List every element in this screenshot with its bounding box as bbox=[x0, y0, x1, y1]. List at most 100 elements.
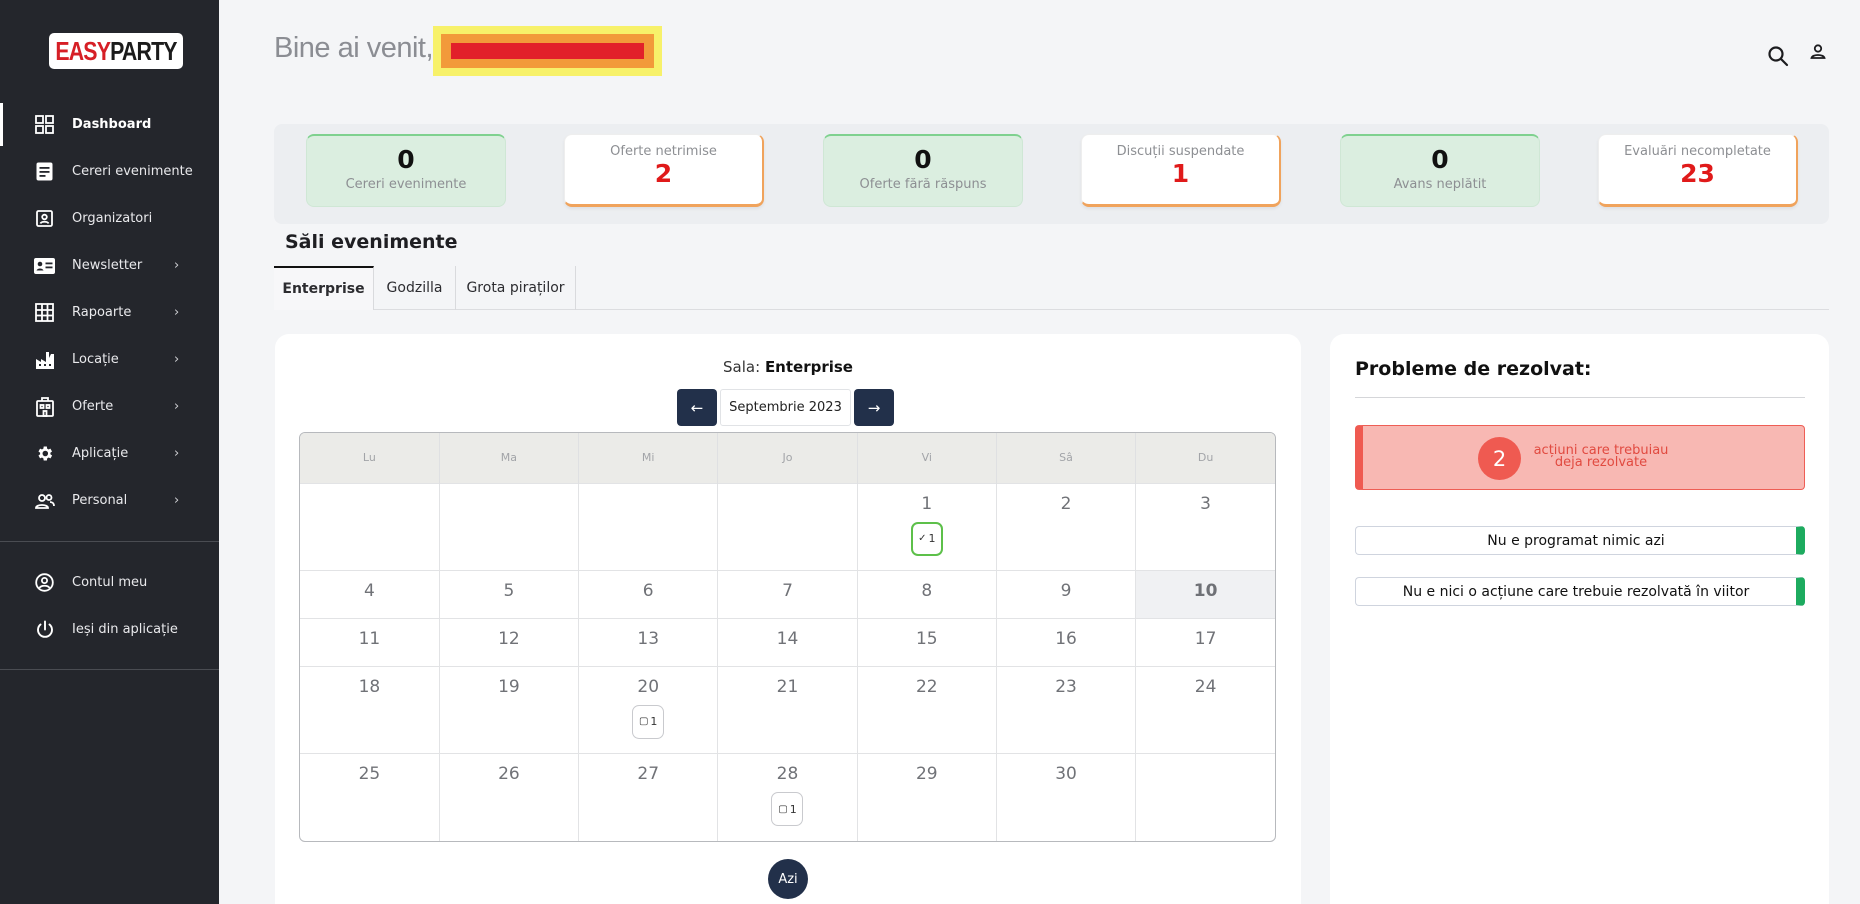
event-count-badge[interactable]: ▢ 1 bbox=[632, 704, 665, 739]
stat-label: Avans neplătit bbox=[1393, 177, 1487, 192]
calendar-day-number: 1 bbox=[921, 493, 933, 514]
calendar-day-cell[interactable]: 10 bbox=[1135, 569, 1275, 619]
sidebar-item-contul-meu[interactable]: Contul meu bbox=[0, 559, 219, 606]
weekday-label: Vi bbox=[857, 433, 997, 483]
stat-card-cereri[interactable]: 0 Cereri evenimente bbox=[306, 134, 506, 207]
sidebar-item-organizatori[interactable]: Organizatori bbox=[0, 195, 219, 242]
tab-enterprise[interactable]: Enterprise bbox=[274, 266, 374, 310]
dashboard-icon bbox=[34, 114, 55, 135]
event-count: 1 bbox=[928, 532, 936, 545]
stat-label: Cereri evenimente bbox=[345, 177, 467, 192]
calendar-day-number: 18 bbox=[358, 676, 381, 697]
square-icon: ▢ bbox=[638, 716, 649, 728]
sidebar-item-logout[interactable]: Ieși din aplicație bbox=[0, 606, 219, 653]
event-count-badge[interactable]: ✓ 1 bbox=[910, 521, 943, 556]
stat-card-avans-neplatit[interactable]: 0 Avans neplătit bbox=[1340, 134, 1540, 207]
stat-label: Discuții suspendate bbox=[1116, 144, 1245, 159]
calendar-day-cell[interactable]: 13 bbox=[578, 617, 719, 667]
sidebar: EASYPARTY Dashboard Cereri evenimente Or… bbox=[0, 0, 219, 904]
sidebar-item-oferte[interactable]: Oferte › bbox=[0, 383, 219, 430]
calendar-day-number: 16 bbox=[1055, 628, 1077, 649]
calendar-day-number: 15 bbox=[915, 628, 938, 649]
weekday-label: Jo bbox=[717, 433, 858, 483]
search-icon[interactable] bbox=[1766, 44, 1790, 68]
sidebar-item-label: Aplicație bbox=[72, 446, 129, 461]
calendar-day-cell[interactable]: 16 bbox=[996, 617, 1137, 667]
sidebar-item-dashboard[interactable]: Dashboard bbox=[0, 101, 219, 148]
chevron-right-icon: › bbox=[174, 352, 180, 367]
calendar-day-cell[interactable]: 8 bbox=[857, 569, 997, 619]
tab-grota-piratilor[interactable]: Grota piraților bbox=[456, 266, 576, 310]
calendar-day-cell[interactable]: 14 bbox=[717, 617, 858, 667]
stat-card-discutii-suspendate[interactable]: Discuții suspendate 1 bbox=[1081, 134, 1281, 207]
sidebar-item-cereri-evenimente[interactable]: Cereri evenimente bbox=[0, 148, 219, 195]
calendar-day-number: 8 bbox=[921, 580, 933, 601]
calendar-day-cell[interactable]: 19 bbox=[439, 665, 580, 754]
weekday-label: Sâ bbox=[996, 433, 1137, 483]
event-count: 1 bbox=[650, 715, 658, 729]
sidebar-item-newsletter[interactable]: Newsletter › bbox=[0, 242, 219, 289]
calendar-day-cell[interactable]: 2 bbox=[996, 482, 1137, 571]
logo-party: PARTY bbox=[110, 35, 177, 66]
next-month-button[interactable]: → bbox=[854, 389, 894, 426]
calendar-day-cell[interactable]: 30 bbox=[996, 753, 1137, 841]
calendar-day-number: 30 bbox=[1055, 764, 1077, 784]
calendar-day-cell[interactable]: 21 bbox=[717, 665, 858, 754]
stat-value: 1 bbox=[1171, 159, 1190, 188]
welcome-title: Bine ai venit, bbox=[274, 32, 434, 64]
calendar-day-cell[interactable]: 20 ▢ 1 bbox=[578, 665, 719, 754]
sidebar-item-rapoarte[interactable]: Rapoarte › bbox=[0, 289, 219, 336]
sidebar-item-label: Contul meu bbox=[72, 575, 148, 590]
calendar-day-cell[interactable]: 29 bbox=[857, 753, 997, 841]
calendar-empty-cell bbox=[300, 482, 440, 571]
calendar-day-cell[interactable]: 23 bbox=[996, 665, 1137, 754]
calendar-day-cell[interactable]: 4 bbox=[300, 569, 440, 619]
sidebar-item-locatie[interactable]: Locație › bbox=[0, 336, 219, 383]
sidebar-item-aplicatie[interactable]: Aplicație › bbox=[0, 430, 219, 477]
calendar-day-cell[interactable]: 9 bbox=[996, 569, 1137, 619]
stat-card-oferte-netrimise[interactable]: Oferte netrimise 2 bbox=[564, 134, 764, 207]
calendar-day-cell[interactable]: 7 bbox=[717, 569, 858, 619]
app-logo[interactable]: EASYPARTY bbox=[49, 33, 183, 69]
square-icon: ▢ bbox=[778, 803, 788, 815]
calendar-day-number: 26 bbox=[498, 764, 520, 784]
calendar-day-cell[interactable]: 26 bbox=[439, 753, 580, 841]
calendar-day-cell[interactable]: 3 bbox=[1135, 482, 1275, 571]
sidebar-divider bbox=[0, 541, 219, 542]
calendar-day-cell[interactable]: 5 bbox=[439, 569, 580, 619]
stats-bar: 0 Cereri evenimente Oferte netrimise 2 0… bbox=[274, 124, 1829, 224]
calendar-day-cell[interactable]: 11 bbox=[300, 617, 440, 667]
calendar-day-cell[interactable]: 12 bbox=[439, 617, 580, 667]
calendar-day-number: 28 bbox=[776, 764, 799, 784]
today-button[interactable]: Azi bbox=[768, 859, 808, 899]
tab-godzilla[interactable]: Godzilla bbox=[374, 266, 456, 310]
sidebar-item-label: Locație bbox=[72, 352, 119, 367]
calendar-day-cell[interactable]: 25 bbox=[300, 753, 440, 841]
calendar-day-cell[interactable]: 18 bbox=[300, 665, 440, 754]
building-icon bbox=[34, 396, 55, 417]
calendar-day-cell[interactable]: 1 ✓ 1 bbox=[857, 482, 997, 571]
chevron-right-icon: › bbox=[174, 493, 180, 508]
calendar-day-number: 25 bbox=[358, 764, 381, 784]
gear-icon bbox=[34, 443, 55, 464]
sidebar-divider bbox=[0, 669, 219, 670]
stat-card-evaluari-necompletate[interactable]: Evaluări necompletate 23 bbox=[1598, 134, 1798, 207]
calendar-day-cell[interactable]: 27 bbox=[578, 753, 719, 841]
calendar-day-cell[interactable]: 6 bbox=[578, 569, 719, 619]
calendar-day-number: 7 bbox=[782, 580, 793, 601]
calendar-day-cell[interactable]: 15 bbox=[857, 617, 997, 667]
calendar-day-cell[interactable]: 22 bbox=[857, 665, 997, 754]
calendar-day-number: 23 bbox=[1055, 676, 1077, 697]
sidebar-item-label: Ieși din aplicație bbox=[72, 622, 178, 637]
overdue-actions-alert[interactable]: 2 acțiuni care trebuiau deja rezolvate bbox=[1355, 425, 1805, 490]
sidebar-item-personal[interactable]: Personal › bbox=[0, 477, 219, 524]
calendar-day-cell[interactable]: 17 bbox=[1135, 617, 1275, 667]
calendar-day-cell[interactable]: 24 bbox=[1135, 665, 1275, 754]
user-icon[interactable] bbox=[1808, 42, 1832, 66]
prev-month-button[interactable]: ← bbox=[677, 389, 717, 426]
info-row-today: Nu e programat nimic azi bbox=[1355, 526, 1805, 555]
calendar-week-row: 1 ✓ 1 2 3 bbox=[300, 482, 1275, 571]
event-count-badge[interactable]: ▢ 1 bbox=[771, 792, 804, 826]
stat-card-oferte-fara-raspuns[interactable]: 0 Oferte fără răspuns bbox=[823, 134, 1023, 207]
calendar-day-cell[interactable]: 28 ▢ 1 bbox=[717, 753, 858, 841]
